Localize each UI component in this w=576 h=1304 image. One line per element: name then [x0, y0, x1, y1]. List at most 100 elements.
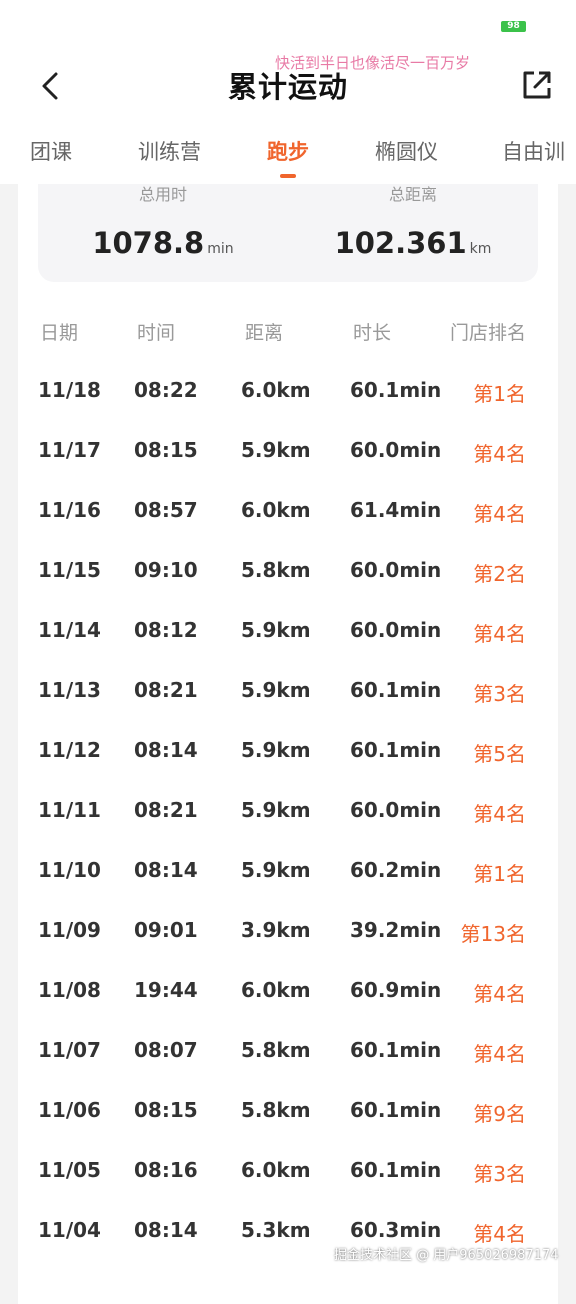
cell-date: 11/07 [38, 1038, 101, 1062]
table-row[interactable]: 11/05 08:16 6.0km 60.1min 第3名 [18, 1158, 558, 1218]
total-distance-value: 102.361 [334, 226, 467, 260]
cell-time: 08:14 [134, 858, 198, 882]
summary-panel: 总用时 1078.8 min 总距离 102.361 km [38, 184, 538, 282]
cell-time: 08:22 [134, 378, 198, 402]
cell-store-rank: 第4名 [473, 802, 526, 826]
cell-store-rank: 第4名 [473, 1222, 526, 1246]
cell-distance: 6.0km [241, 978, 311, 1002]
cell-distance: 6.0km [241, 498, 311, 522]
total-time-block: 总用时 1078.8 min [38, 184, 288, 260]
cell-store-rank: 第1名 [473, 382, 526, 406]
table-row[interactable]: 11/15 09:10 5.8km 60.0min 第2名 [18, 558, 558, 618]
cell-store-rank: 第4名 [473, 622, 526, 646]
cell-distance: 5.9km [241, 738, 311, 762]
table-row[interactable]: 11/16 08:57 6.0km 61.4min 第4名 [18, 498, 558, 558]
table-row[interactable]: 11/18 08:22 6.0km 60.1min 第1名 [18, 378, 558, 438]
cell-time: 08:15 [134, 1098, 198, 1122]
cell-date: 11/09 [38, 918, 101, 942]
cell-time: 08:57 [134, 498, 198, 522]
records-card: 总用时 1078.8 min 总距离 102.361 km 日期 时间 距离 时长 … [18, 184, 558, 1304]
cell-store-rank: 第13名 [460, 922, 526, 946]
cell-store-rank: 第4名 [473, 982, 526, 1006]
tab-group-class[interactable]: 团课 [30, 136, 72, 166]
share-button[interactable] [520, 68, 554, 102]
cell-store-rank: 第4名 [473, 442, 526, 466]
cell-time: 08:12 [134, 618, 198, 642]
table-row[interactable]: 11/06 08:15 5.8km 60.1min 第9名 [18, 1098, 558, 1158]
header: 快活到半日也像活尽一百万岁 累计运动 [0, 48, 576, 128]
cell-date: 11/18 [38, 378, 101, 402]
battery-indicator: 98 [501, 21, 526, 32]
cell-distance: 5.9km [241, 438, 311, 462]
cell-distance: 5.9km [241, 678, 311, 702]
tab-training-camp[interactable]: 训练营 [138, 136, 201, 166]
table-row[interactable]: 11/11 08:21 5.9km 60.0min 第4名 [18, 798, 558, 858]
footer-watermark: 掘金技术社区 @ 用户965026987174 [334, 1248, 559, 1263]
cell-distance: 5.8km [241, 1098, 311, 1122]
cell-date: 11/10 [38, 858, 101, 882]
tab-bar: 团课 训练营 跑步 椭圆仪 自由训 [0, 128, 576, 184]
header-date: 日期 [40, 322, 79, 344]
cell-time: 19:44 [134, 978, 198, 1002]
total-time-unit: min [207, 241, 234, 257]
cell-distance: 5.8km [241, 1038, 311, 1062]
table-row[interactable]: 11/17 08:15 5.9km 60.0min 第4名 [18, 438, 558, 498]
cell-time: 09:01 [134, 918, 198, 942]
table-row[interactable]: 11/12 08:14 5.9km 60.1min 第5名 [18, 738, 558, 798]
cell-date: 11/14 [38, 618, 101, 642]
cell-store-rank: 第9名 [473, 1102, 526, 1126]
cell-store-rank: 第4名 [473, 1042, 526, 1066]
cell-date: 11/12 [38, 738, 101, 762]
table-row[interactable]: 11/07 08:07 5.8km 60.1min 第4名 [18, 1038, 558, 1098]
table-row[interactable]: 11/08 19:44 6.0km 60.9min 第4名 [18, 978, 558, 1038]
cell-date: 11/16 [38, 498, 101, 522]
cell-time: 08:21 [134, 678, 198, 702]
status-bar: 98 [0, 0, 576, 48]
header-duration: 时长 [353, 322, 392, 344]
tab-elliptical[interactable]: 椭圆仪 [375, 136, 438, 166]
cell-date: 11/05 [38, 1158, 101, 1182]
tab-running[interactable]: 跑步 [267, 136, 309, 166]
cell-time: 08:16 [134, 1158, 198, 1182]
cell-store-rank: 第4名 [473, 502, 526, 526]
cell-distance: 5.9km [241, 858, 311, 882]
cell-time: 08:07 [134, 1038, 198, 1062]
cell-store-rank: 第3名 [473, 682, 526, 706]
total-time-value: 1078.8 [92, 226, 205, 260]
cell-time: 08:15 [134, 438, 198, 462]
cell-distance: 6.0km [241, 1158, 311, 1182]
cell-date: 11/11 [38, 798, 101, 822]
tab-free-training[interactable]: 自由训 [502, 136, 565, 166]
total-time-label: 总用时 [138, 185, 187, 204]
table-row[interactable]: 11/14 08:12 5.9km 60.0min 第4名 [18, 618, 558, 678]
table-row[interactable]: 11/09 09:01 3.9km 39.2min 第13名 [18, 918, 558, 978]
cell-distance: 5.3km [241, 1218, 311, 1242]
cell-store-rank: 第2名 [473, 562, 526, 586]
cell-time: 09:10 [134, 558, 198, 582]
cell-date: 11/13 [38, 678, 101, 702]
table-row[interactable]: 11/13 08:21 5.9km 60.1min 第3名 [18, 678, 558, 738]
cell-date: 11/04 [38, 1218, 101, 1242]
cell-date: 11/15 [38, 558, 101, 582]
cell-store-rank: 第3名 [473, 1162, 526, 1186]
header-distance: 距离 [245, 322, 284, 344]
header-time: 时间 [137, 322, 176, 344]
cell-distance: 5.8km [241, 558, 311, 582]
total-distance-label: 总距离 [388, 185, 437, 204]
share-external-icon [523, 71, 551, 99]
cell-distance: 5.9km [241, 798, 311, 822]
cell-distance: 5.9km [241, 618, 311, 642]
cell-time: 08:21 [134, 798, 198, 822]
cell-time: 08:14 [134, 738, 198, 762]
total-distance-block: 总距离 102.361 km [288, 184, 538, 260]
table-row[interactable]: 11/10 08:14 5.9km 60.2min 第1名 [18, 858, 558, 918]
cell-date: 11/06 [38, 1098, 101, 1122]
table-header: 日期 时间 距离 时长 门店排名 [18, 318, 558, 348]
cell-store-rank: 第5名 [473, 742, 526, 766]
cell-time: 08:14 [134, 1218, 198, 1242]
cell-date: 11/17 [38, 438, 101, 462]
cell-date: 11/08 [38, 978, 101, 1002]
cell-distance: 3.9km [241, 918, 311, 942]
cell-store-rank: 第1名 [473, 862, 526, 886]
cell-distance: 6.0km [241, 378, 311, 402]
